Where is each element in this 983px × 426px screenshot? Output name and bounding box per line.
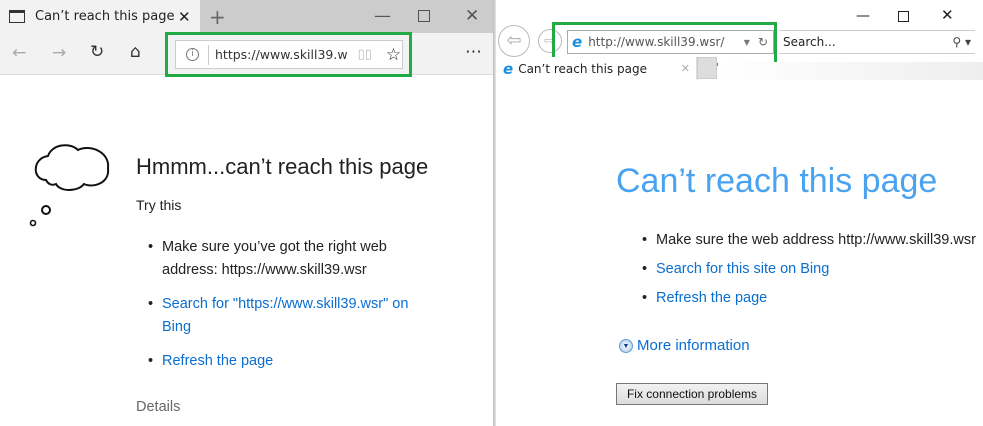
- maximize-icon[interactable]: [418, 10, 430, 22]
- ie-refresh-page-link[interactable]: Refresh the page: [630, 284, 983, 313]
- close-window-icon[interactable]: ✕: [465, 8, 479, 25]
- details-toggle[interactable]: Details: [136, 399, 180, 415]
- ie-search-bing-link[interactable]: Search for this site on Bing: [630, 255, 983, 284]
- refresh-icon[interactable]: ↻: [90, 44, 104, 61]
- ie-tab-logo-icon: e: [503, 59, 514, 78]
- home-icon[interactable]: ⌂: [130, 44, 141, 61]
- ie-error-heading: Can’t reach this page: [616, 162, 938, 200]
- ie-search-box[interactable]: Search... ⚲ ▾: [779, 30, 975, 54]
- suggestion-check-address: Make sure you’ve got the right web addre…: [136, 236, 426, 282]
- ie-tab-fade: [718, 62, 983, 80]
- thought-cloud-icon: [29, 144, 110, 227]
- highlight-box: [165, 32, 412, 77]
- more-information-toggle[interactable]: ▼ More information: [619, 337, 750, 354]
- close-tab-icon[interactable]: ✕: [178, 8, 191, 26]
- try-this-label: Try this: [136, 197, 182, 213]
- ie-close-tab-icon[interactable]: ✕: [681, 62, 690, 75]
- page-icon: [9, 10, 25, 23]
- search-placeholder: Search...: [783, 35, 836, 49]
- edge-window: Can’t reach this page ✕ + — ✕ ← → ↻ ⌂ i …: [0, 0, 493, 426]
- tab-title: Can’t reach this page: [35, 9, 175, 24]
- more-menu-icon[interactable]: ⋯: [465, 44, 482, 61]
- ie-close-icon[interactable]: ✕: [941, 8, 954, 23]
- ie-new-tab-icon[interactable]: [697, 57, 717, 79]
- ie-tab-title: Can’t reach this page: [518, 61, 647, 76]
- refresh-page-link[interactable]: Refresh the page: [136, 350, 426, 373]
- search-icon[interactable]: ⚲ ▾: [952, 35, 971, 49]
- ie-back-icon[interactable]: ⇦: [498, 25, 530, 57]
- ie-maximize-icon[interactable]: [898, 11, 909, 22]
- minimize-icon[interactable]: —: [374, 8, 391, 25]
- forward-icon[interactable]: →: [52, 45, 66, 62]
- search-bing-link[interactable]: Search for "https://www.skill39.wsr" on …: [136, 293, 426, 339]
- fix-connection-button[interactable]: Fix connection problems: [616, 383, 768, 405]
- new-tab-icon[interactable]: +: [209, 7, 226, 27]
- ie-suggestion-check-address: Make sure the web address http://www.ski…: [630, 226, 983, 255]
- back-icon[interactable]: ←: [12, 45, 26, 62]
- ie-tab-cant-reach[interactable]: e Can’t reach this page ✕: [497, 57, 697, 80]
- more-information-label[interactable]: More information: [637, 337, 750, 354]
- expand-icon: ▼: [619, 338, 633, 353]
- tab-cant-reach[interactable]: Can’t reach this page ✕: [0, 0, 200, 33]
- error-heading: Hmmm...can’t reach this page: [136, 154, 429, 179]
- ie-minimize-icon[interactable]: —: [856, 9, 870, 23]
